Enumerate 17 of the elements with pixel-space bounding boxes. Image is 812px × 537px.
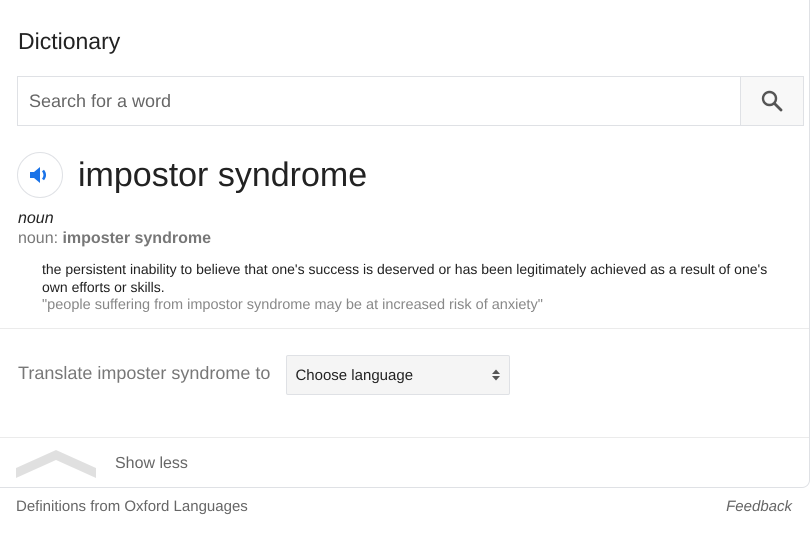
example-sentence: "people suffering from impostor syndrome may be at increased risk of anxiety" (0, 296, 809, 329)
definition-text: the persistent inability to believe that one's success is deserved or has been legitimately achieved as a result of one's own efforts or skills. (41, 260, 768, 296)
headword: impostor syndrome (78, 156, 368, 194)
search-field[interactable]: Search for a word (17, 76, 740, 126)
source-text: Definitions from Oxford Languages (16, 498, 248, 515)
search-icon (760, 89, 784, 113)
updown-icon (491, 368, 502, 382)
language-select[interactable]: Choose language (286, 355, 510, 395)
part-of-speech: noun (17, 209, 55, 228)
chevron-up-icon (16, 450, 96, 478)
show-less-button[interactable]: Show less (0, 438, 809, 487)
search-button[interactable] (740, 76, 804, 126)
variant-spelling: noun: imposter syndrome (17, 229, 212, 248)
feedback-link[interactable]: Feedback (726, 498, 792, 515)
translate-label: Translate imposter syndrome to (18, 363, 270, 384)
dictionary-title: Dictionary (17, 27, 122, 56)
pronunciation-button[interactable] (17, 152, 63, 198)
